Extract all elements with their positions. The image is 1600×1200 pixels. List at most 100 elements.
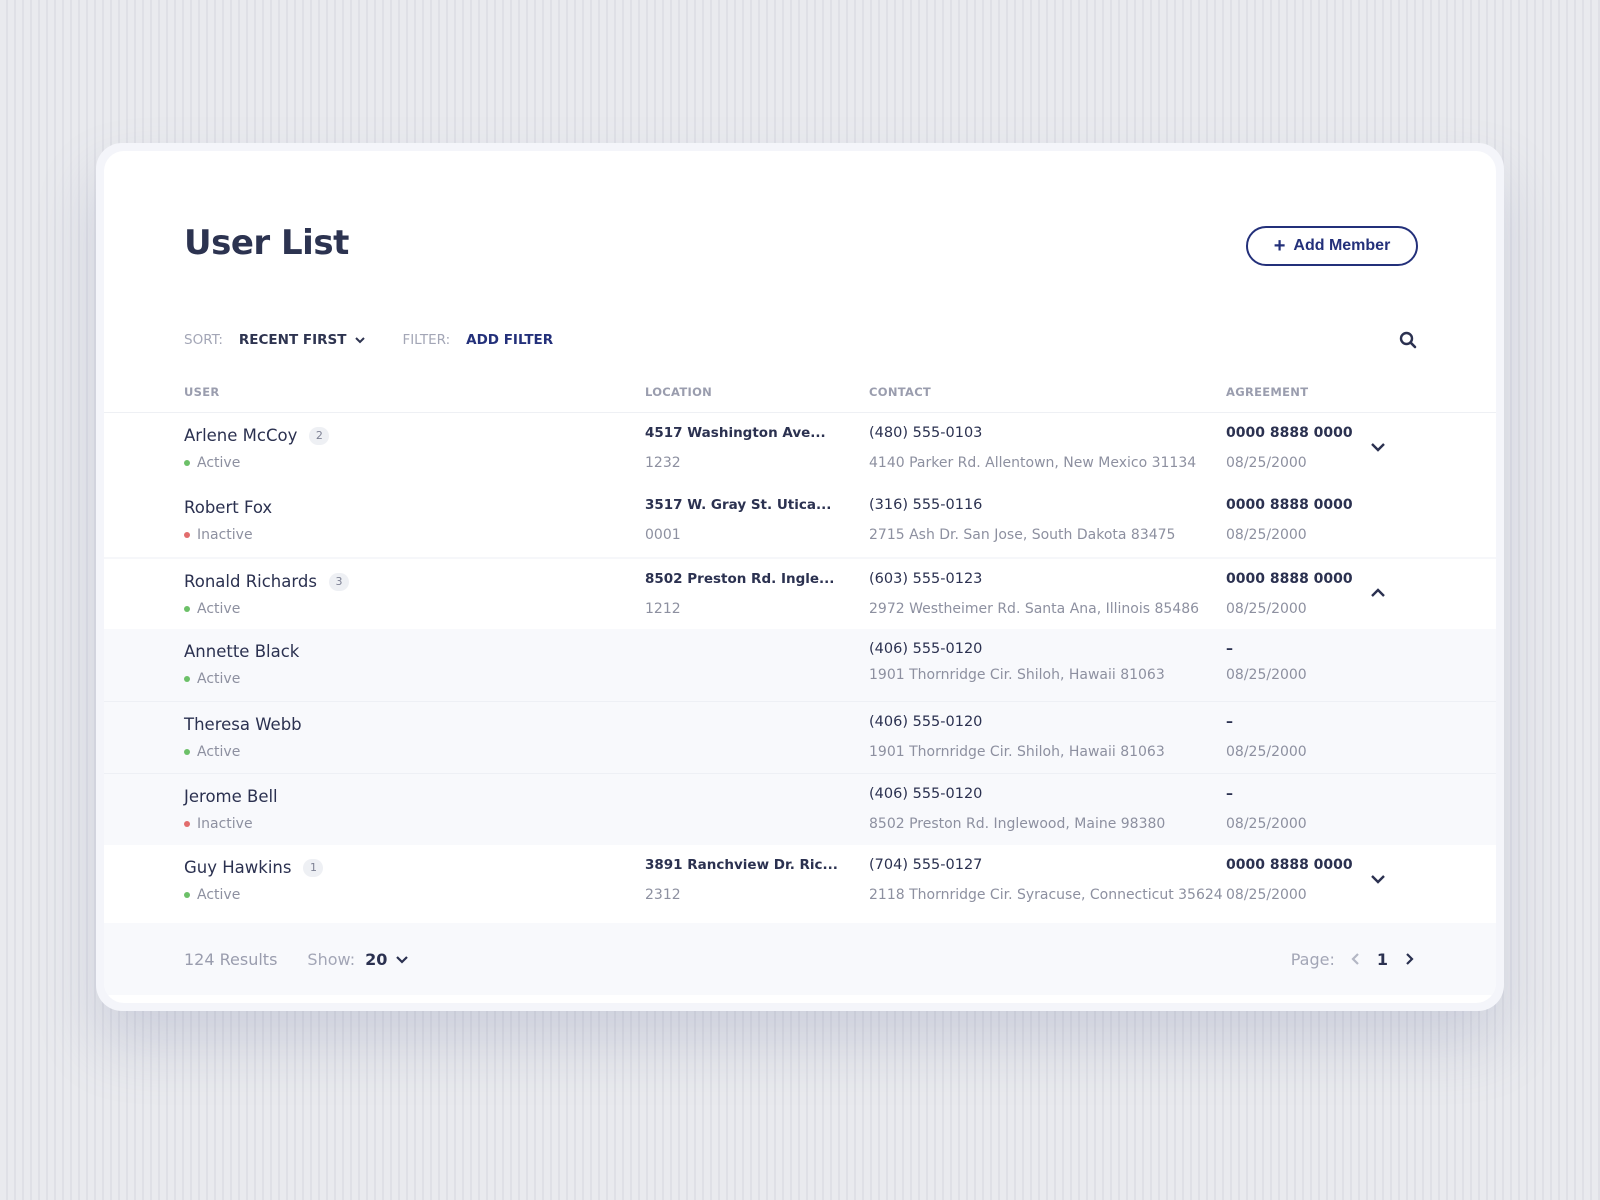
user-name: Ronald Richards bbox=[184, 572, 317, 591]
contact-phone: (603) 555-0123 bbox=[869, 571, 983, 587]
user-name-cell: Arlene McCoy 2 bbox=[184, 426, 330, 445]
agreement-date: 08/25/2000 bbox=[1226, 601, 1307, 617]
chevron-down-icon bbox=[396, 956, 409, 964]
table-body: Arlene McCoy 2 Active 4517 Washington Av… bbox=[104, 413, 1496, 917]
table-row[interactable]: Robert Fox Inactive 3517 W. Gray St. Uti… bbox=[104, 485, 1496, 557]
search-icon[interactable] bbox=[1398, 330, 1418, 350]
page-label: Page: bbox=[1290, 949, 1335, 969]
agreement-number: 0000 8888 0000 bbox=[1226, 425, 1353, 441]
user-name: Jerome Bell bbox=[184, 787, 278, 806]
table-row[interactable]: Guy Hawkins 1 Active 3891 Ranchview Dr. … bbox=[104, 845, 1496, 917]
status-dot bbox=[184, 460, 190, 466]
sub-table-row[interactable]: Jerome Bell Inactive (406) 555-0120 8502… bbox=[104, 773, 1496, 845]
sort-value: RECENT FIRST bbox=[238, 332, 347, 348]
user-name-cell: Jerome Bell bbox=[184, 787, 278, 806]
agreement-number: – bbox=[1226, 714, 1233, 730]
user-name-cell: Robert Fox bbox=[184, 498, 272, 517]
contact-address: 2118 Thornridge Cir. Syracuse, Connectic… bbox=[869, 887, 1223, 903]
agreement-date: 08/25/2000 bbox=[1226, 744, 1307, 760]
agreement-date: 08/25/2000 bbox=[1226, 527, 1307, 543]
sub-table-row[interactable]: Theresa Webb Active (406) 555-0120 1901 … bbox=[104, 701, 1496, 773]
plus-icon: + bbox=[1273, 235, 1286, 257]
count-badge: 3 bbox=[328, 572, 349, 591]
contact-phone: (704) 555-0127 bbox=[869, 857, 983, 873]
location-code: 0001 bbox=[645, 527, 681, 543]
status-cell: Active bbox=[184, 671, 240, 687]
count-badge: 2 bbox=[309, 426, 330, 445]
location-code: 1232 bbox=[645, 455, 681, 471]
add-member-label: Add Member bbox=[1293, 237, 1391, 254]
sort-label: SORT: bbox=[184, 332, 223, 348]
contact-phone: (480) 555-0103 bbox=[869, 425, 983, 441]
user-name: Guy Hawkins bbox=[184, 858, 292, 877]
agreement-number: – bbox=[1226, 641, 1233, 657]
show-label: Show: bbox=[307, 949, 356, 969]
filter-label: FILTER: bbox=[402, 332, 451, 348]
contact-address: 1901 Thornridge Cir. Shiloh, Hawaii 8106… bbox=[869, 744, 1165, 760]
current-page: 1 bbox=[1376, 949, 1388, 969]
status-cell: Active bbox=[184, 601, 240, 617]
user-name-cell: Ronald Richards 3 bbox=[184, 572, 349, 591]
column-header-location[interactable]: LOCATION bbox=[645, 385, 712, 399]
status-text: Inactive bbox=[197, 816, 253, 832]
contact-address: 4140 Parker Rd. Allentown, New Mexico 31… bbox=[869, 455, 1197, 471]
table-row[interactable]: Ronald Richards 3 Active 8502 Preston Rd… bbox=[104, 557, 1496, 629]
column-header-agreement[interactable]: AGREEMENT bbox=[1226, 385, 1308, 399]
contact-phone: (406) 555-0120 bbox=[869, 714, 983, 730]
contact-address: 2715 Ash Dr. San Jose, South Dakota 8347… bbox=[869, 527, 1176, 543]
agreement-number: 0000 8888 0000 bbox=[1226, 571, 1353, 587]
status-text: Active bbox=[197, 671, 241, 687]
page-size-dropdown[interactable]: 20 bbox=[365, 950, 409, 969]
location-address: 8502 Preston Rd. Ingle... bbox=[645, 571, 835, 587]
contact-address: 2972 Westheimer Rd. Santa Ana, Illinois … bbox=[869, 601, 1200, 617]
table-row[interactable]: Arlene McCoy 2 Active 4517 Washington Av… bbox=[104, 413, 1496, 485]
status-text: Active bbox=[197, 455, 241, 471]
user-name: Theresa Webb bbox=[184, 715, 302, 734]
status-dot bbox=[184, 749, 190, 755]
user-name-cell: Theresa Webb bbox=[184, 715, 302, 734]
card-frame: User List + Add Member SORT: RECENT FIRS… bbox=[96, 143, 1504, 1011]
user-name: Arlene McCoy bbox=[184, 426, 298, 445]
status-dot bbox=[184, 606, 190, 612]
agreement-number: 0000 8888 0000 bbox=[1226, 857, 1353, 873]
status-dot bbox=[184, 676, 190, 682]
sub-table-row[interactable]: Annette Black Active (406) 555-0120 1901… bbox=[104, 629, 1496, 701]
chevron-right-icon[interactable] bbox=[1402, 952, 1416, 966]
table-header: USER LOCATION CONTACT AGREEMENT bbox=[104, 375, 1496, 413]
sort-dropdown[interactable]: RECENT FIRST bbox=[239, 332, 367, 348]
results-count: 124 Results bbox=[184, 949, 278, 969]
status-cell: Active bbox=[184, 744, 240, 760]
add-filter-link[interactable]: ADD FILTER bbox=[466, 332, 553, 348]
table-footer: 124 Results Show: 20 Page: 1 bbox=[104, 923, 1496, 995]
status-cell: Active bbox=[184, 887, 240, 903]
count-badge: 1 bbox=[303, 858, 324, 877]
status-text: Active bbox=[197, 601, 241, 617]
column-header-contact[interactable]: CONTACT bbox=[869, 385, 931, 399]
status-dot bbox=[184, 821, 190, 827]
chevron-down-icon[interactable] bbox=[1368, 437, 1388, 457]
chevron-down-icon[interactable] bbox=[1368, 869, 1388, 889]
status-dot bbox=[184, 532, 190, 538]
location-code: 1212 bbox=[645, 601, 681, 617]
add-member-button[interactable]: + Add Member bbox=[1246, 226, 1418, 266]
status-dot bbox=[184, 892, 190, 898]
chevron-left-icon[interactable] bbox=[1349, 952, 1363, 966]
chevron-up-icon[interactable] bbox=[1368, 583, 1388, 603]
column-header-user[interactable]: USER bbox=[184, 385, 220, 399]
user-name-cell: Guy Hawkins 1 bbox=[184, 858, 324, 877]
contact-phone: (316) 555-0116 bbox=[869, 497, 983, 513]
page-title: User List bbox=[184, 223, 349, 263]
status-text: Active bbox=[197, 887, 241, 903]
status-text: Inactive bbox=[197, 527, 253, 543]
location-code: 2312 bbox=[645, 887, 681, 903]
agreement-date: 08/25/2000 bbox=[1226, 816, 1307, 832]
location-address: 3891 Ranchview Dr. Ric... bbox=[645, 857, 838, 873]
agreement-date: 08/25/2000 bbox=[1226, 667, 1307, 683]
agreement-date: 08/25/2000 bbox=[1226, 455, 1307, 471]
user-name: Robert Fox bbox=[184, 498, 273, 517]
location-address: 4517 Washington Ave... bbox=[645, 425, 826, 441]
status-cell: Active bbox=[184, 455, 240, 471]
contact-address: 8502 Preston Rd. Inglewood, Maine 98380 bbox=[869, 816, 1166, 832]
contact-phone: (406) 555-0120 bbox=[869, 786, 983, 802]
contact-phone: (406) 555-0120 bbox=[869, 641, 983, 657]
